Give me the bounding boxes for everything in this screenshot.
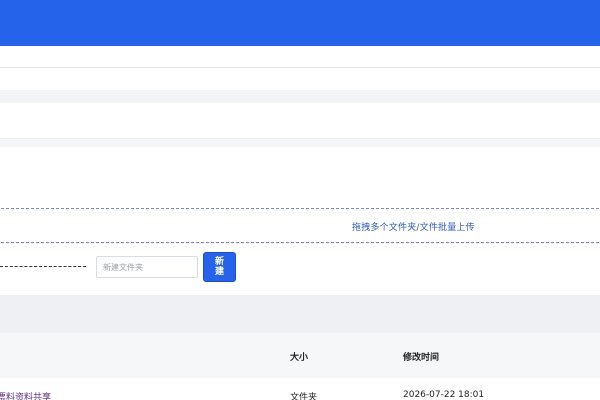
cell-size: 文件夹 bbox=[290, 393, 318, 400]
nav-strip-primary bbox=[0, 46, 600, 68]
upload-dropzone[interactable] bbox=[0, 208, 600, 243]
top-header-bar bbox=[0, 0, 600, 46]
column-header-modified-time[interactable]: 修改时间 bbox=[403, 350, 439, 363]
folder-link[interactable]: 票料资料共享 bbox=[0, 390, 51, 400]
dashed-separator bbox=[0, 266, 86, 267]
create-folder-button[interactable]: 新建 bbox=[203, 252, 236, 282]
cell-modified-time: 2026-07-22 18:01 bbox=[403, 390, 485, 400]
toolbar-strip bbox=[0, 103, 600, 139]
section-gap-2 bbox=[0, 295, 600, 333]
file-manager-page: 拖拽多个文件夹/文件批量上传 新建 大小 修改时间 票料资料共享 文件夹 202… bbox=[0, 0, 600, 400]
dropzone-label: 拖拽多个文件夹/文件批量上传 bbox=[352, 223, 475, 233]
column-header-size[interactable]: 大小 bbox=[290, 350, 308, 363]
section-gap bbox=[0, 139, 600, 147]
new-folder-name-input[interactable] bbox=[96, 256, 198, 278]
nav-strip-secondary bbox=[0, 68, 600, 91]
section-divider bbox=[0, 90, 600, 103]
